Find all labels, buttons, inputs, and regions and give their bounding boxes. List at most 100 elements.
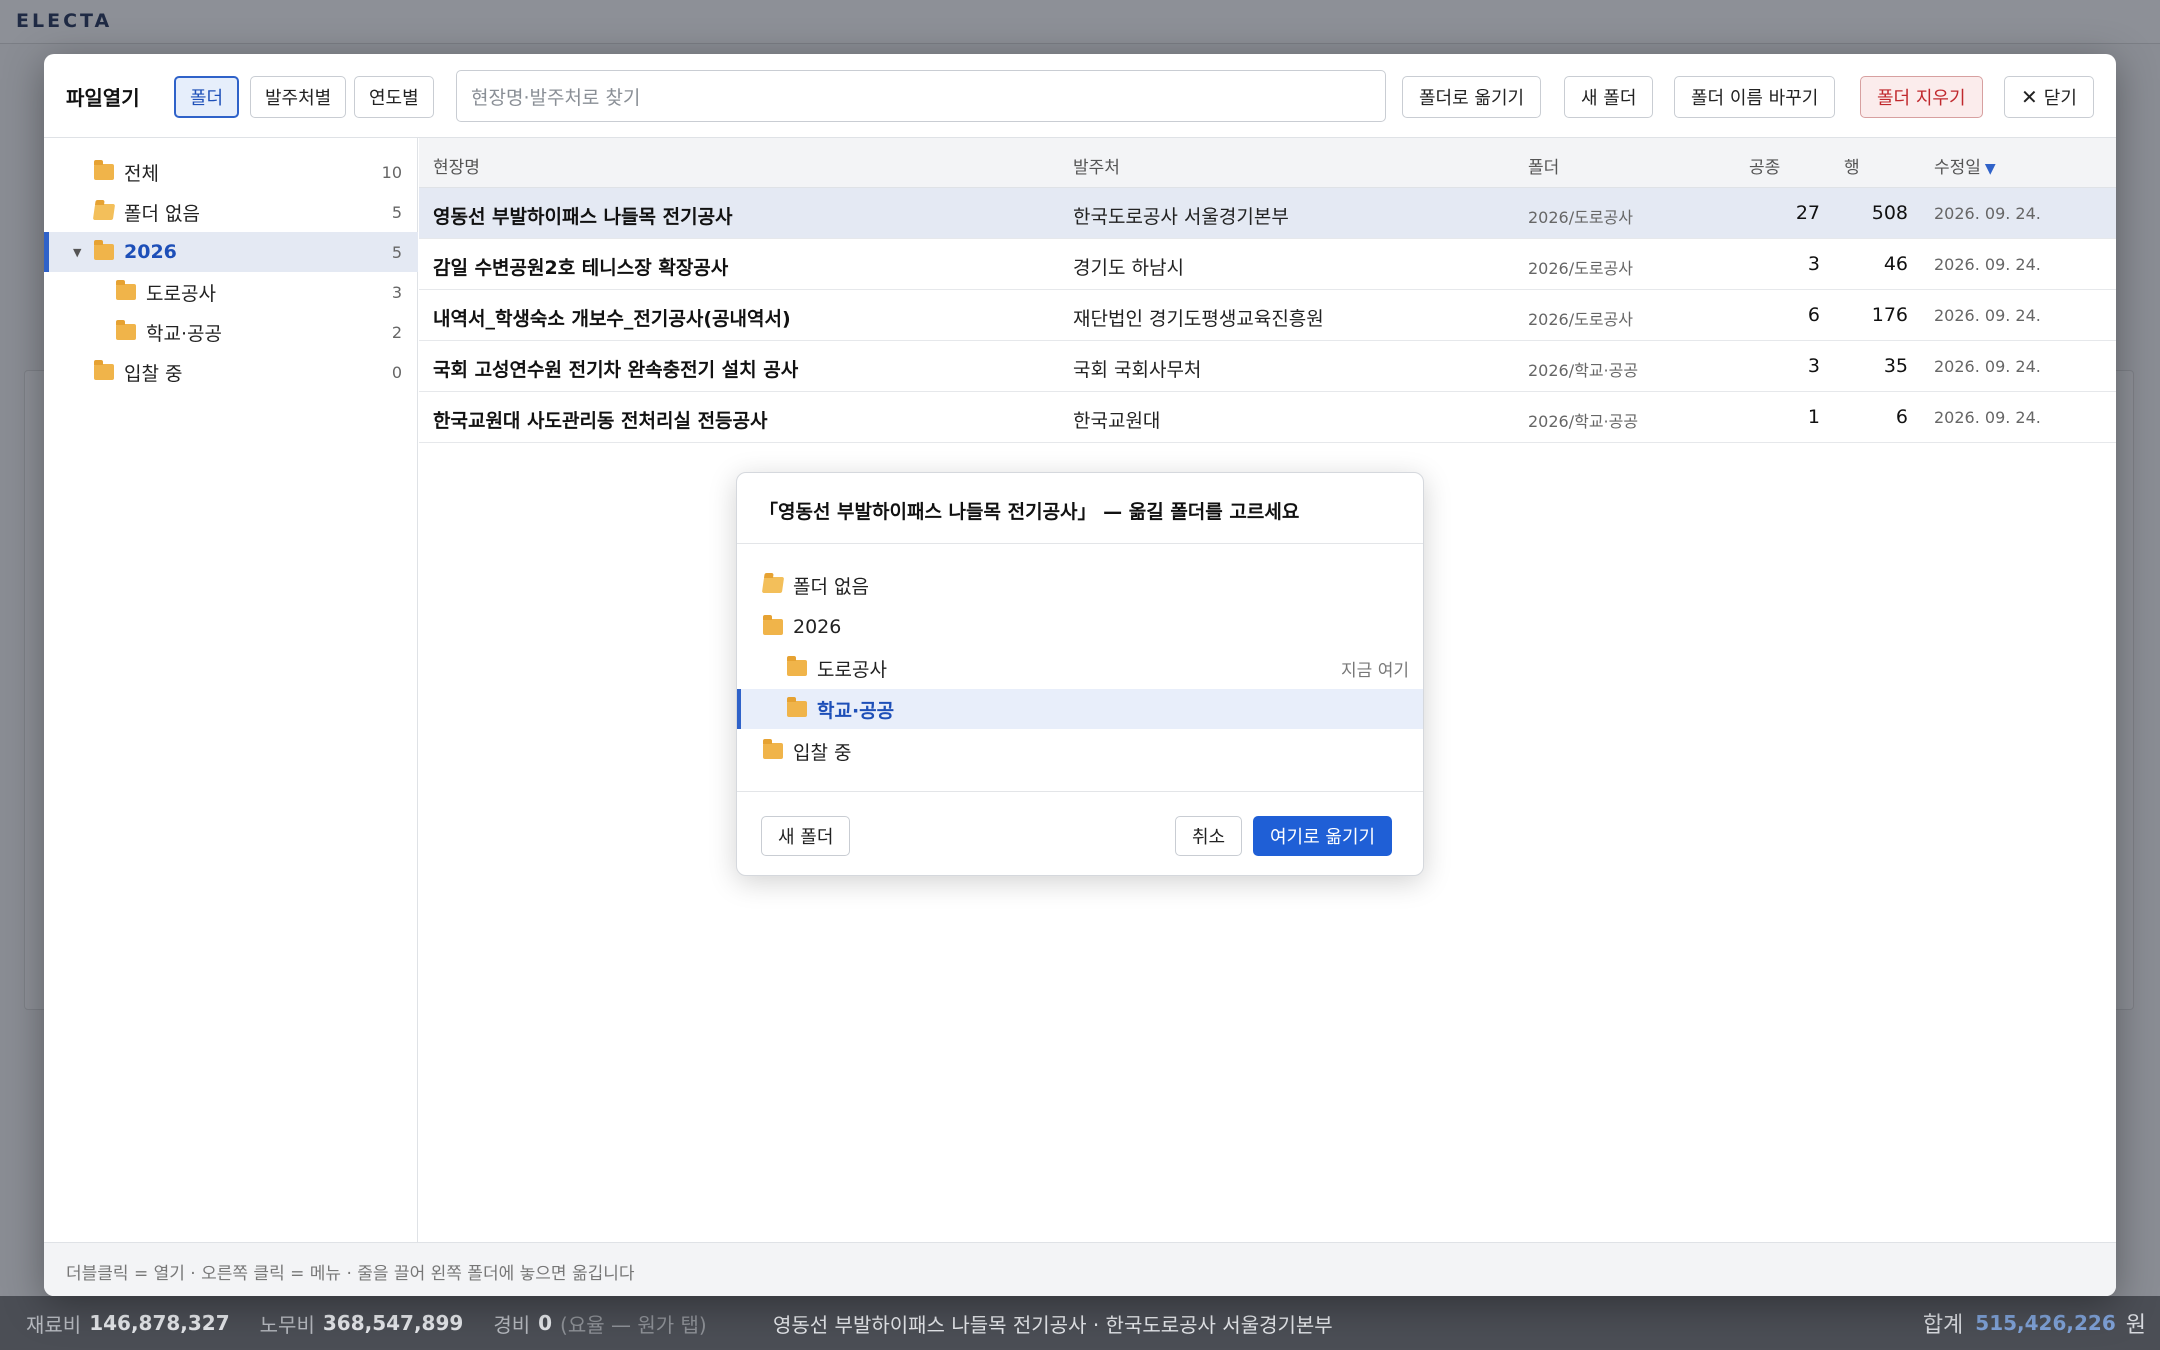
column-header-modified-label: 수정일 xyxy=(1934,158,1981,178)
tab-by-year[interactable]: 연도별 xyxy=(354,76,434,118)
close-icon: ✕ xyxy=(2021,85,2038,109)
column-header-trades[interactable]: 공종 xyxy=(1749,153,1780,178)
tree-item-label: 학교·공공 xyxy=(146,322,222,345)
open-folder-icon xyxy=(761,577,785,593)
modal-confirm-move-button[interactable]: 여기로 옮기기 xyxy=(1253,816,1393,856)
total-label: 합계 xyxy=(1922,1313,1964,1338)
cell-name: 한국교원대 사도관리동 전처리실 전등공사 xyxy=(433,410,768,432)
table-row[interactable]: 내역서_학생숙소 개보수_전기공사(공내역서) 재단법인 경기도평생교육진흥원 … xyxy=(419,290,2116,341)
cell-trades: 1 xyxy=(1807,406,1820,428)
table-row[interactable]: 한국교원대 사도관리동 전처리실 전등공사 한국교원대 2026/학교·공공 1… xyxy=(419,392,2116,443)
table-row[interactable]: 국회 고성연수원 전기차 완속충전기 설치 공사 국회 국회사무처 2026/학… xyxy=(419,341,2116,392)
tree-item-school-public[interactable]: 학교·공공 2 xyxy=(44,312,418,352)
cell-trades: 27 xyxy=(1795,202,1820,224)
cell-rows: 176 xyxy=(1871,304,1908,326)
app-logo: ELECTA xyxy=(16,10,113,32)
tree-item-label: 입찰 중 xyxy=(124,362,183,385)
tree-item-count: 10 xyxy=(381,162,402,182)
rename-folder-button[interactable]: 폴더 이름 바꾸기 xyxy=(1674,76,1836,118)
folder-icon xyxy=(94,240,114,260)
modal-folder-road[interactable]: 도로공사 지금 여기 xyxy=(737,648,1423,688)
tree-item-count: 3 xyxy=(391,282,402,302)
modal-folder-2026[interactable]: 2026 xyxy=(737,607,1423,647)
tree-item-bidding[interactable]: 입찰 중 0 xyxy=(44,352,418,392)
tree-item-label: 2026 xyxy=(124,241,177,263)
new-folder-button[interactable]: 새 폴더 xyxy=(1564,76,1654,118)
modal-new-folder-button[interactable]: 새 폴더 xyxy=(761,816,851,856)
column-header-name[interactable]: 현장명 xyxy=(433,153,480,178)
dialog-toolbar: 파일열기 폴더 발주처별 연도별 현장명·발주처로 찾기 폴더로 옮기기 새 폴… xyxy=(44,54,2116,138)
tree-item-road[interactable]: 도로공사 3 xyxy=(44,272,418,312)
column-header-rows[interactable]: 행 xyxy=(1844,153,1860,178)
folder-icon xyxy=(94,160,114,180)
tree-item-label: 도로공사 xyxy=(146,282,216,305)
expense-label: 경비 xyxy=(493,1312,531,1337)
modal-folder-label: 학교·공공 xyxy=(817,699,895,722)
cell-client: 경기도 하남시 xyxy=(1073,257,1184,279)
tab-by-client[interactable]: 발주처별 xyxy=(250,76,347,118)
dialog-footer-hint: 더블클릭 = 열기 · 오른쪽 클릭 = 메뉴 · 줄을 끌어 왼쪽 폴더에 놓… xyxy=(44,1242,2116,1296)
cell-name: 감일 수변공원2호 테니스장 확장공사 xyxy=(433,257,729,279)
column-header-client[interactable]: 발주처 xyxy=(1073,153,1120,178)
labor-value: 368,547,899 xyxy=(322,1311,464,1335)
expense-note: (요율 — 원가 탭) xyxy=(560,1312,707,1337)
modal-folder-label: 도로공사 xyxy=(817,658,887,681)
folder-icon xyxy=(116,280,136,300)
search-input[interactable]: 현장명·발주처로 찾기 xyxy=(456,70,1386,122)
modal-folder-no-folder[interactable]: 폴더 없음 xyxy=(737,565,1423,605)
tree-item-count: 2 xyxy=(391,322,402,342)
cell-modified: 2026. 09. 24. xyxy=(1934,306,2041,325)
tree-item-2026[interactable]: ▼ 2026 5 xyxy=(44,232,418,272)
total-unit: 원 xyxy=(2125,1313,2146,1338)
cell-name: 내역서_학생숙소 개보수_전기공사(공내역서) xyxy=(433,308,791,330)
tree-item-count: 0 xyxy=(391,362,402,382)
cell-trades: 3 xyxy=(1807,253,1820,275)
cell-folder: 2026/도로공사 xyxy=(1528,310,1633,329)
cell-trades: 6 xyxy=(1807,304,1820,326)
material-value: 146,878,327 xyxy=(89,1311,230,1335)
delete-folder-button[interactable]: 폴더 지우기 xyxy=(1860,76,1983,118)
cell-modified: 2026. 09. 24. xyxy=(1934,204,2041,223)
cell-folder: 2026/학교·공공 xyxy=(1528,361,1639,380)
tree-item-label: 전체 xyxy=(124,162,159,185)
tree-item-label: 폴더 없음 xyxy=(124,202,200,225)
modal-folder-school-public[interactable]: 학교·공공 xyxy=(737,689,1423,729)
tree-item-count: 5 xyxy=(391,202,402,222)
close-label: 닫기 xyxy=(2043,88,2077,109)
column-header-folder[interactable]: 폴더 xyxy=(1528,153,1559,178)
cell-modified: 2026. 09. 24. xyxy=(1934,408,2041,427)
open-folder-icon xyxy=(92,204,116,220)
folder-tree: 전체 10 폴더 없음 5 ▼ 2026 5 도로공사 3 학교·공공 2 입찰… xyxy=(44,138,418,1242)
modal-folder-label: 폴더 없음 xyxy=(793,575,869,598)
folder-icon xyxy=(116,320,136,340)
cell-folder: 2026/학교·공공 xyxy=(1528,412,1639,431)
cell-name: 국회 고성연수원 전기차 완속충전기 설치 공사 xyxy=(433,359,799,381)
modal-divider xyxy=(737,791,1423,792)
column-header-modified[interactable]: 수정일 ▼ xyxy=(1934,153,1996,178)
modal-folder-bidding[interactable]: 입찰 중 xyxy=(737,731,1423,771)
tree-item-no-folder[interactable]: 폴더 없음 5 xyxy=(44,192,418,232)
tab-folder[interactable]: 폴더 xyxy=(174,76,240,118)
expense-value: 0 xyxy=(538,1311,553,1335)
move-to-folder-button[interactable]: 폴더로 옮기기 xyxy=(1402,76,1542,118)
close-button[interactable]: ✕ 닫기 xyxy=(2004,76,2094,118)
table-row[interactable]: 영동선 부발하이패스 나들목 전기공사 한국도로공사 서울경기본부 2026/도… xyxy=(419,188,2116,239)
expand-caret-icon[interactable]: ▼ xyxy=(73,246,81,259)
folder-icon xyxy=(763,739,783,759)
table-row[interactable]: 감일 수변공원2호 테니스장 확장공사 경기도 하남시 2026/도로공사 3 … xyxy=(419,239,2116,290)
status-bar: 재료비 146,878,327 노무비 368,547,899 경비 0 (요율… xyxy=(0,1296,2160,1350)
material-label: 재료비 xyxy=(26,1312,82,1337)
tree-item-all[interactable]: 전체 10 xyxy=(44,152,418,192)
modal-title: 「영동선 부발하이패스 나들목 전기공사」 — 옮길 폴더를 고르세요 xyxy=(759,501,1300,523)
labor-label: 노무비 xyxy=(259,1312,315,1337)
current-project: 영동선 부발하이패스 나들목 전기공사 · 한국도로공사 서울경기본부 xyxy=(773,1312,1333,1337)
modal-folder-label: 2026 xyxy=(793,616,842,638)
modal-folder-label: 입찰 중 xyxy=(793,741,852,764)
modal-cancel-button[interactable]: 취소 xyxy=(1175,816,1243,856)
cell-folder: 2026/도로공사 xyxy=(1528,259,1633,278)
table-header: 현장명 발주처 폴더 공종 행 수정일 ▼ xyxy=(419,138,2116,188)
modal-divider xyxy=(737,543,1423,544)
cell-rows: 46 xyxy=(1883,253,1908,275)
cell-modified: 2026. 09. 24. xyxy=(1934,255,2041,274)
cell-client: 재단법인 경기도평생교육진흥원 xyxy=(1073,308,1324,330)
